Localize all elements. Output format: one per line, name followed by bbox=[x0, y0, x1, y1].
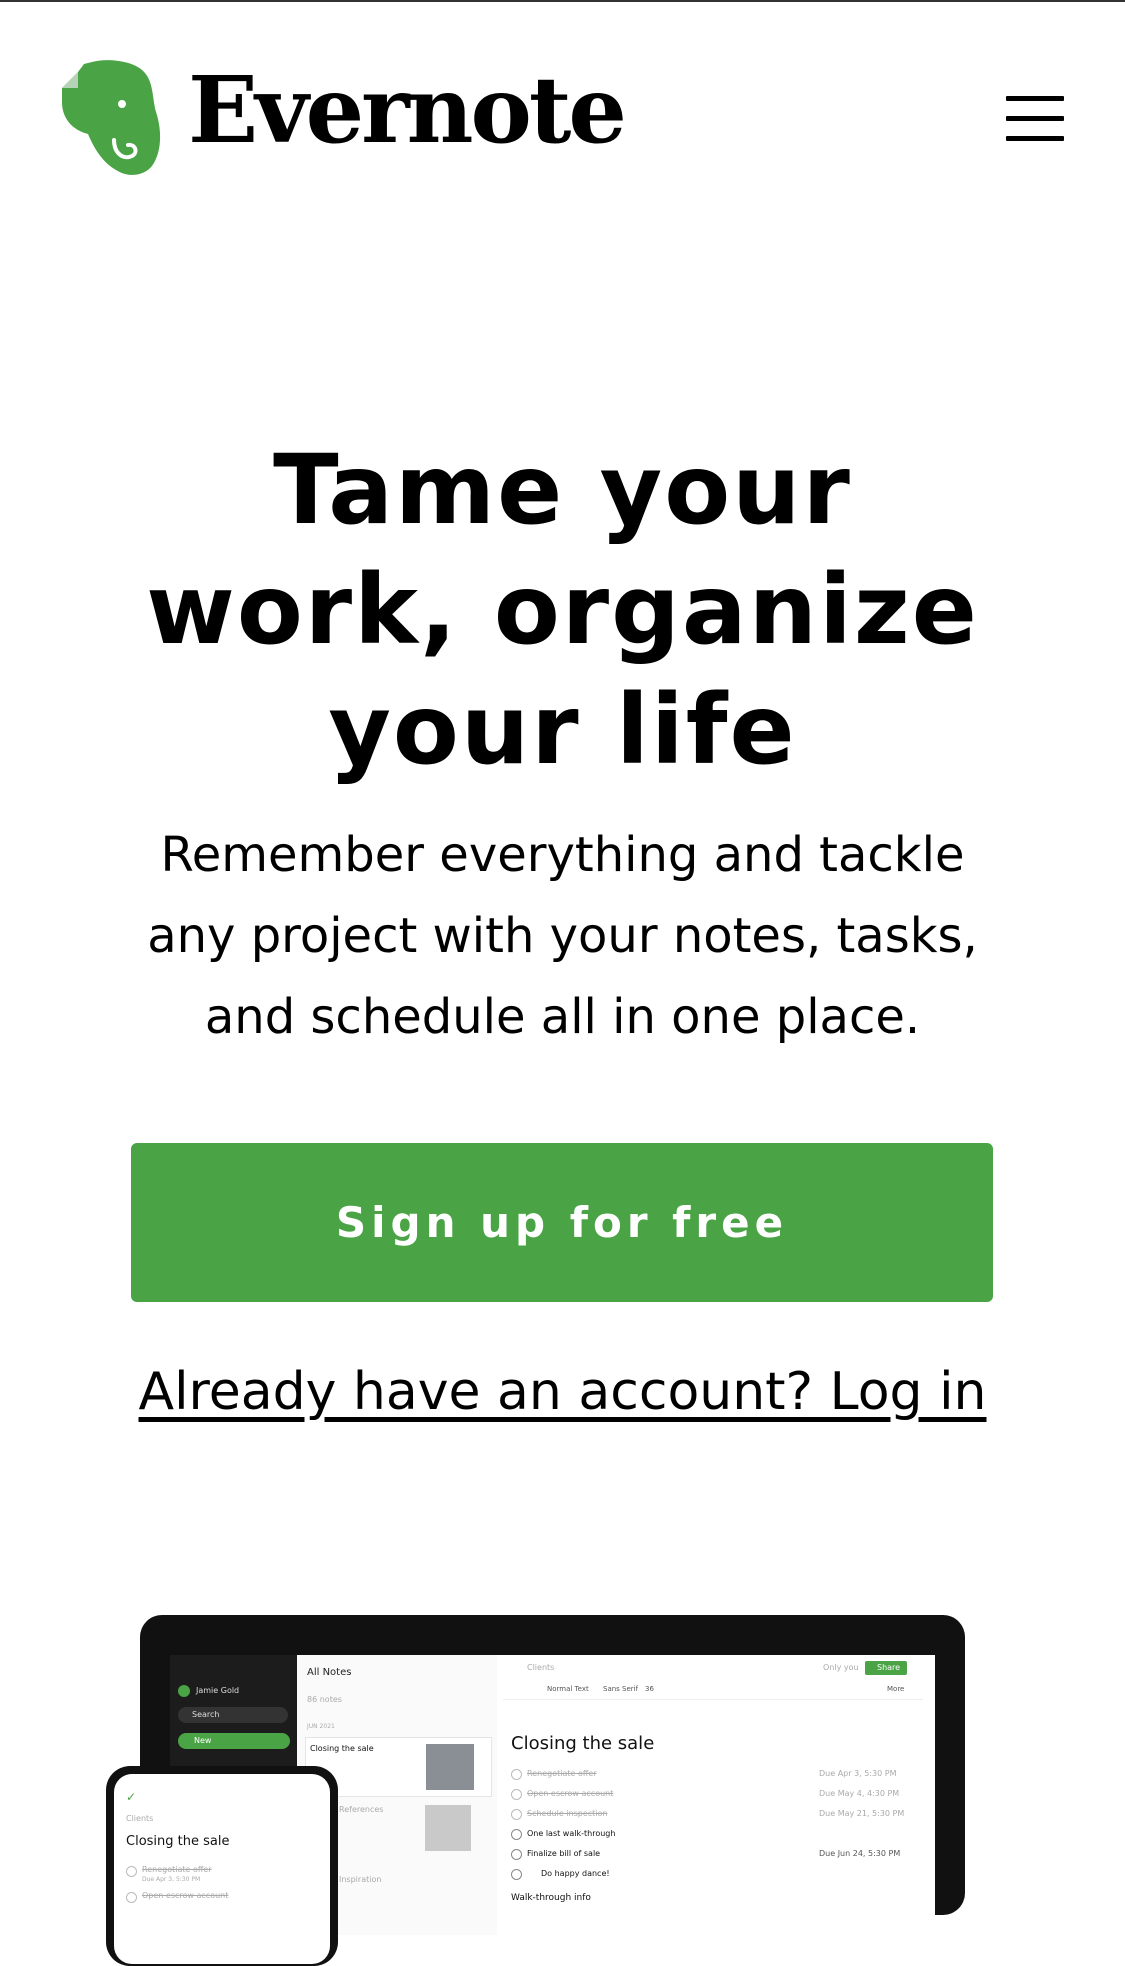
task-label: Finalize bill of sale bbox=[527, 1849, 601, 1858]
task-label: Open escrow account bbox=[142, 1891, 229, 1900]
note-thumbnail bbox=[425, 1805, 471, 1851]
toolbar-size: 36 bbox=[645, 1685, 654, 1693]
task-checkbox bbox=[511, 1829, 522, 1840]
list-header: All Notes bbox=[307, 1667, 352, 1678]
task-checkbox bbox=[511, 1849, 522, 1860]
task-label: Open escrow account bbox=[527, 1789, 614, 1798]
task-due: Due Jun 24, 5:30 PM bbox=[819, 1849, 901, 1858]
note-thumbnail bbox=[426, 1744, 474, 1790]
phone-mockup: ✓ Clients Closing the sale Renegotiate o… bbox=[106, 1766, 338, 1966]
note-editor: Clients Only you Share Normal Text Sans … bbox=[497, 1655, 935, 1935]
sidebar-user: Jamie Gold bbox=[196, 1686, 240, 1695]
task-due: Due May 21, 5:30 PM bbox=[819, 1809, 905, 1818]
task-checkbox bbox=[511, 1769, 522, 1780]
hero-subtitle: Remember everything and tackle any proje… bbox=[110, 815, 1015, 1058]
toolbar-divider bbox=[503, 1699, 923, 1700]
hero-subtitle-line: Remember everything and tackle bbox=[160, 827, 965, 883]
task-due: Due Apr 3, 5:30 PM bbox=[819, 1769, 897, 1778]
section-heading: Walk-through info bbox=[511, 1893, 591, 1903]
note-title: Closing the sale bbox=[310, 1744, 374, 1753]
phone-breadcrumb: Clients bbox=[126, 1814, 154, 1823]
task-label: Renegotiate offer bbox=[527, 1769, 597, 1778]
toolbar-more: More bbox=[887, 1685, 905, 1693]
phone-screen: ✓ Clients Closing the sale Renegotiate o… bbox=[114, 1774, 330, 1964]
hero-title-line: work, organize bbox=[146, 554, 979, 666]
task-label: One last walk-through bbox=[527, 1829, 616, 1838]
list-date: JUN 2021 bbox=[307, 1723, 335, 1730]
hero-title-line: Tame your bbox=[273, 434, 852, 546]
task-label: Do happy dance! bbox=[541, 1869, 610, 1878]
note-title: Inspiration bbox=[339, 1875, 382, 1884]
login-link[interactable]: Already have an account? Log in bbox=[0, 1362, 1125, 1422]
site-header: Evernote bbox=[0, 50, 1125, 190]
menu-bar bbox=[1006, 136, 1064, 141]
toolbar-text-style: Normal Text bbox=[547, 1685, 589, 1693]
list-count: 86 notes bbox=[307, 1695, 342, 1704]
toolbar-font: Sans Serif bbox=[603, 1685, 639, 1693]
task-due: Due May 4, 4:30 PM bbox=[819, 1789, 900, 1798]
task-label: Renegotiate offer bbox=[142, 1865, 212, 1874]
task-checkbox bbox=[511, 1809, 522, 1820]
hamburger-menu-icon[interactable] bbox=[1000, 88, 1064, 148]
sidebar-new-label: New bbox=[194, 1736, 212, 1745]
sign-up-button[interactable]: Sign up for free bbox=[131, 1143, 993, 1302]
brand-name: Evernote bbox=[188, 56, 627, 164]
share-scope: Only you bbox=[823, 1663, 859, 1672]
menu-bar bbox=[1006, 96, 1064, 101]
hero-title-line: your life bbox=[328, 674, 797, 786]
share-label: Share bbox=[877, 1663, 901, 1672]
task-checkbox bbox=[511, 1789, 522, 1800]
task-due: Due Apr 3, 5:30 PM bbox=[142, 1876, 201, 1883]
menu-bar bbox=[1006, 116, 1064, 121]
top-border bbox=[0, 0, 1125, 2]
editor-title: Closing the sale bbox=[511, 1733, 655, 1754]
check-icon: ✓ bbox=[126, 1790, 137, 1804]
task-checkbox bbox=[511, 1869, 522, 1880]
sidebar-search-label: Search bbox=[192, 1710, 220, 1719]
note-title: References bbox=[339, 1805, 384, 1814]
task-checkbox bbox=[126, 1866, 137, 1877]
hero-subtitle-line: any project with your notes, tasks, bbox=[147, 908, 978, 964]
evernote-elephant-icon[interactable] bbox=[58, 58, 163, 180]
editor-breadcrumb: Clients bbox=[527, 1663, 555, 1672]
phone-note-title: Closing the sale bbox=[126, 1834, 230, 1849]
task-label: Schedule inspection bbox=[527, 1809, 608, 1818]
hero-title: Tame your work, organize your life bbox=[80, 430, 1045, 790]
avatar bbox=[178, 1685, 190, 1697]
hero-subtitle-line: and schedule all in one place. bbox=[204, 989, 921, 1045]
